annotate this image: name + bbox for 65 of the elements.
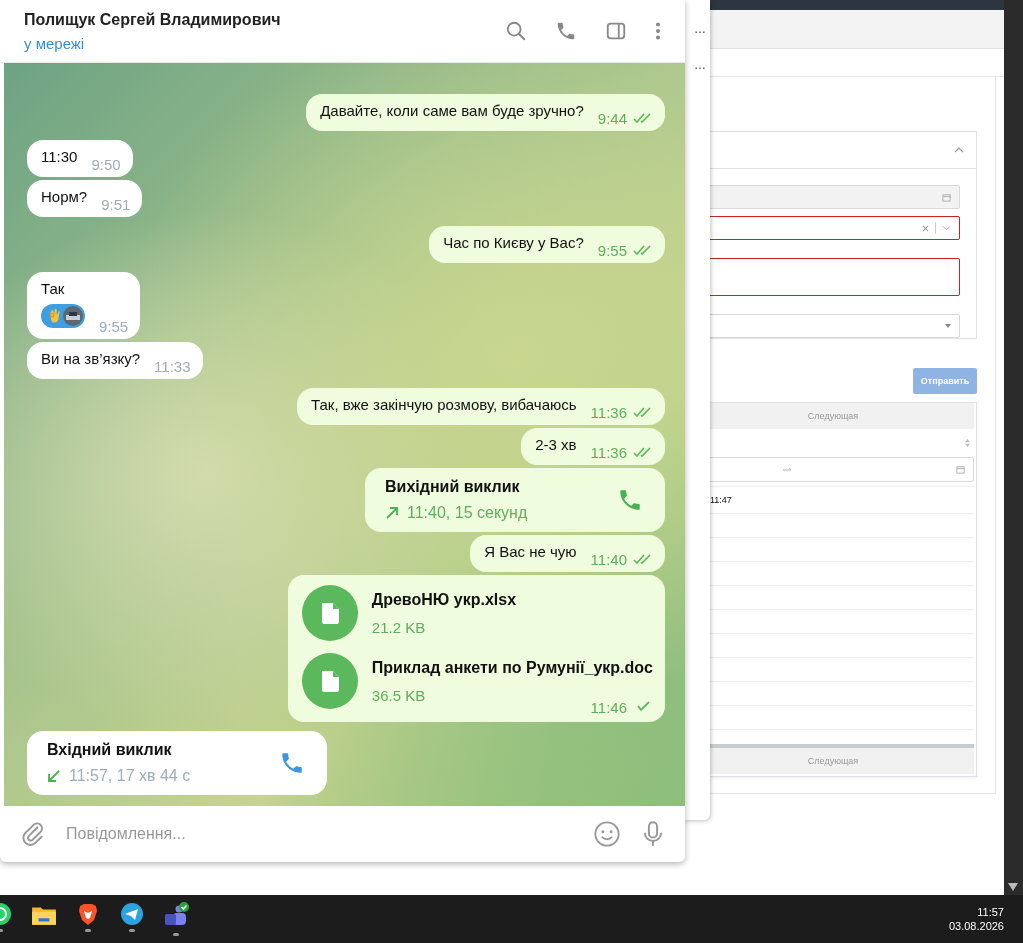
scroll-bar[interactable] [1004, 0, 1023, 895]
message-time: 9:44 [597, 110, 627, 127]
call-title: Вхідний виклик [47, 741, 173, 759]
message-text: 11:30 [41, 147, 78, 166]
phone-icon[interactable] [555, 20, 577, 42]
file-size: 36.5 KB [371, 686, 427, 704]
message-text: Так [41, 279, 66, 298]
avatar-icon [63, 306, 83, 326]
message-time: 9:50 [91, 156, 121, 173]
reaction-badge[interactable] [41, 304, 85, 328]
calendar-icon [942, 192, 951, 202]
lion-shield-icon[interactable] [76, 902, 100, 926]
running-indicator [129, 929, 135, 932]
arrow-right-icon [783, 467, 792, 472]
message-input[interactable]: Повідомлення... [64, 824, 575, 844]
arrow-down-left-icon [47, 769, 61, 783]
search-icon[interactable] [505, 20, 527, 42]
more-icon[interactable] [655, 20, 661, 42]
file-size: 21.2 KB [371, 618, 427, 636]
contact-status: у мережі [24, 34, 86, 52]
phone-icon[interactable] [279, 750, 305, 776]
message-text: Ви на зв’язку? [41, 349, 141, 368]
arrow-up-right-icon [385, 506, 399, 520]
file-icon[interactable] [301, 653, 358, 709]
emoji-icon[interactable] [593, 820, 621, 848]
message-text: Час по Києву у Вас? [443, 233, 584, 252]
call-details: 11:40, 15 секунд [407, 504, 528, 522]
caret-icon [945, 324, 951, 328]
clock-date[interactable]: 03.08.2026 [948, 920, 1004, 932]
contact-name: Полищук Сергей Владимирович [24, 10, 281, 29]
truncated-text: … [694, 58, 706, 72]
file-name[interactable]: Приклад анкети по Румунії_укр.doc [371, 658, 653, 677]
message-text: Норм? [41, 187, 88, 206]
clock-time[interactable]: 11:57 [977, 906, 1004, 918]
clear-icon[interactable] [922, 224, 929, 232]
chevron-up-icon[interactable] [954, 147, 964, 153]
message-time: 9:55 [597, 242, 627, 259]
message-time: 9:55 [99, 318, 129, 335]
message-text: Давайте, коли саме вам буде зручно? [320, 101, 584, 120]
hand-icon [47, 307, 61, 325]
message-time: 11:46 [590, 699, 627, 716]
sidebar-toggle-icon[interactable] [605, 20, 627, 42]
message-time: 11:33 [154, 358, 191, 375]
message-time: 11:36 [590, 444, 627, 461]
attach-icon[interactable] [20, 821, 46, 847]
paper-plane-icon[interactable] [120, 902, 144, 926]
sort-icon[interactable] [965, 439, 970, 447]
call-details: 11:57, 17 хв 44 с [69, 767, 191, 785]
call-title: Вихідний виклик [385, 478, 521, 496]
message-text: Я Вас не чую [484, 542, 577, 561]
running-indicator [173, 933, 179, 936]
file-name[interactable]: ДревоНЮ укр.xlsx [371, 590, 517, 609]
message-time: 11:36 [590, 404, 627, 421]
message-time: 11:40 [590, 551, 627, 568]
chevron-down-icon[interactable] [942, 225, 951, 231]
message-text: Так, вже закінчую розмову, вибачаюсь [311, 395, 577, 414]
message-text: 2-3 хв [535, 435, 577, 454]
file-icon[interactable] [301, 585, 358, 641]
truncated-text: … [694, 22, 706, 36]
phone-icon[interactable] [617, 487, 643, 513]
running-indicator [85, 929, 91, 932]
scroll-down-icon[interactable] [1008, 883, 1018, 891]
calendar-icon [956, 465, 965, 474]
table-cell: 11:47 [710, 495, 732, 505]
message-time: 9:51 [101, 196, 131, 213]
